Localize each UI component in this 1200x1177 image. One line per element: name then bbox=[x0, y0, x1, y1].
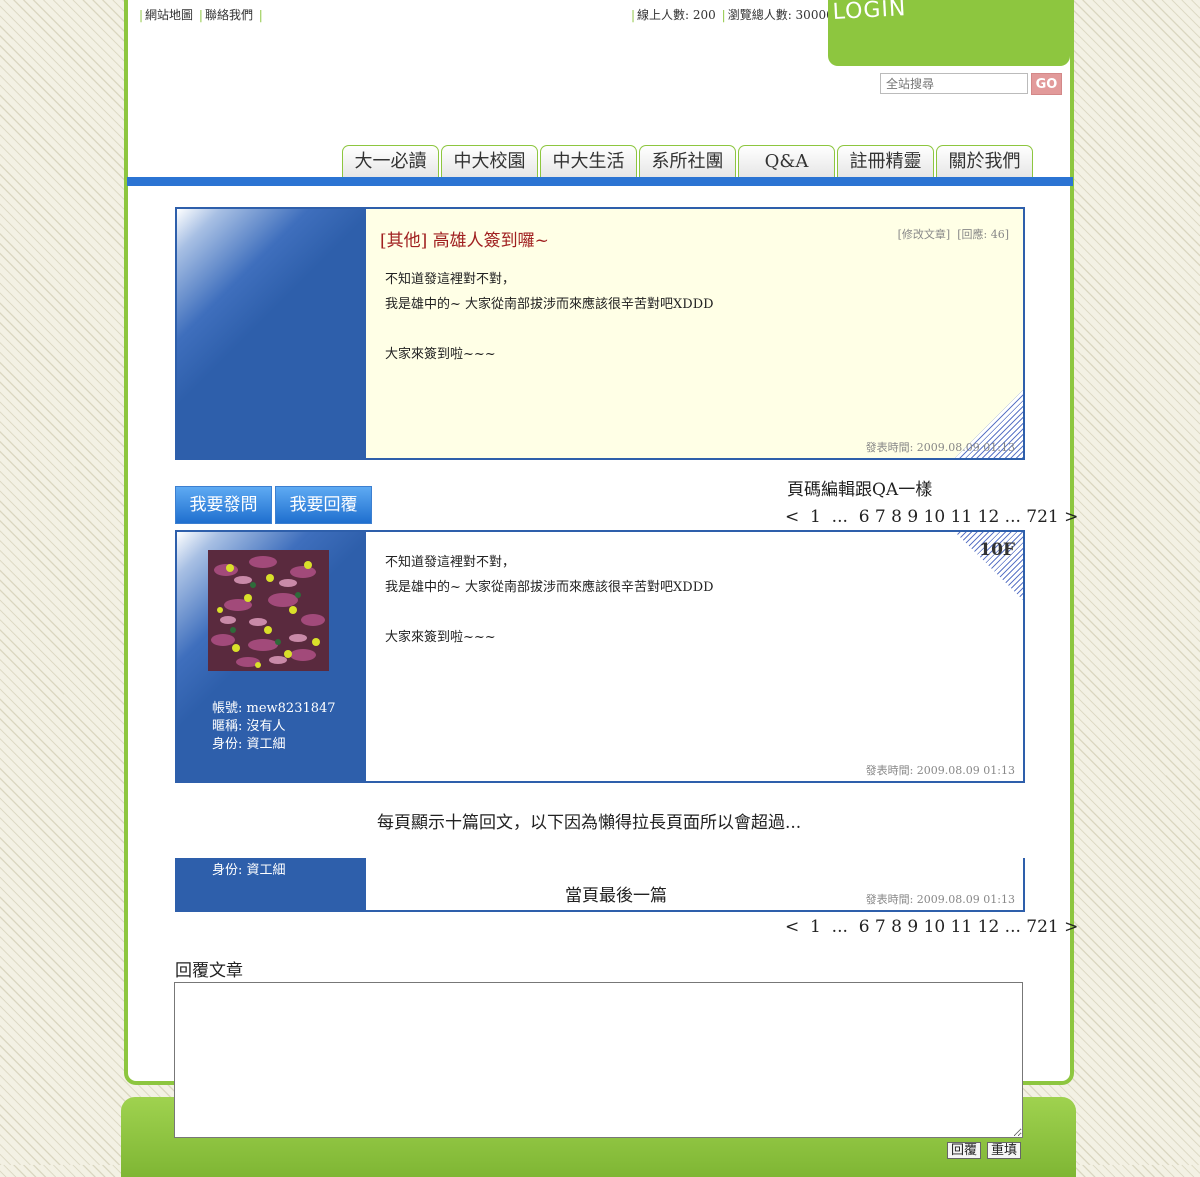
search-input[interactable] bbox=[880, 73, 1028, 94]
user-identity: 身份: 資工細 bbox=[212, 863, 286, 878]
reply-count: [回應: 46] bbox=[957, 228, 1009, 241]
reply-button[interactable]: 我要回覆 bbox=[275, 486, 372, 524]
topic-actions: [修改文章] [回應: 46] bbox=[898, 226, 1009, 242]
topic-sidebar bbox=[177, 209, 366, 458]
pager-bottom[interactable]: < 1 ... 6 7 8 9 10 11 12 ... 721 > bbox=[785, 917, 1078, 937]
body-line: 不知道發這裡對不對， bbox=[385, 555, 516, 570]
post-time: 發表時間: 2009.08.09 01:13 bbox=[865, 764, 1015, 777]
contact-link[interactable]: 聯絡我們 bbox=[205, 8, 253, 22]
reply-post: 帳號: mew8231847 暱稱: 沒有人 身份: 資工細 不知道發這裡對不對… bbox=[175, 530, 1025, 783]
login-label[interactable]: LOGIN bbox=[832, 0, 907, 25]
tab-freshman-guide[interactable]: 大一必讀 bbox=[342, 145, 439, 177]
last-post-sidebar: 身份: 資工細 bbox=[177, 858, 366, 910]
last-post: 身份: 資工細 當頁最後一篇 發表時間: 2009.08.09 01:13 bbox=[175, 858, 1025, 912]
pager-note: 頁碼編輯跟QA一樣 bbox=[787, 480, 933, 500]
topic-body: 不知道發這裡對不對， 我是雄中的~ 大家從南部拔涉而來應該很辛苦對吧XDDD 大… bbox=[385, 267, 714, 367]
page-notice: 每頁顯示十篇回文，以下因為懶得拉長頁面所以會超過... bbox=[377, 813, 802, 833]
tab-life[interactable]: 中大生活 bbox=[540, 145, 637, 177]
reply-sidebar: 帳號: mew8231847 暱稱: 沒有人 身份: 資工細 bbox=[177, 532, 366, 781]
topic-title: [其他] 高雄人簽到囉~ bbox=[380, 231, 549, 251]
search-go-button[interactable]: GO bbox=[1031, 73, 1062, 95]
tab-registration[interactable]: 註冊精靈 bbox=[837, 145, 934, 177]
visitor-count: 瀏覽總人數: 300000 bbox=[727, 8, 842, 22]
body-line: 我是雄中的~ 大家從南部拔涉而來應該很辛苦對吧XDDD bbox=[385, 580, 714, 595]
post-time: 發表時間: 2009.08.09 01:13 bbox=[865, 441, 1015, 454]
user-nickname: 暱稱: 沒有人 bbox=[212, 719, 286, 734]
edit-post-link[interactable]: [修改文章] bbox=[898, 228, 951, 241]
tab-qa[interactable]: Q&A bbox=[738, 145, 835, 177]
reply-textarea[interactable] bbox=[174, 982, 1023, 1138]
user-account: 帳號: mew8231847 bbox=[212, 701, 336, 716]
site-stats: |線上人數: 200 |瀏覽總人數: 300000 | bbox=[631, 8, 851, 22]
body-line: 我是雄中的~ 大家從南部拔涉而來應該很辛苦對吧XDDD bbox=[385, 297, 714, 312]
tab-clubs[interactable]: 系所社團 bbox=[639, 145, 736, 177]
online-count: 線上人數: 200 bbox=[637, 8, 716, 22]
user-avatar bbox=[208, 550, 329, 671]
sitemap-link[interactable]: 網站地圖 bbox=[145, 8, 193, 22]
reply-body: 不知道發這裡對不對， 我是雄中的~ 大家從南部拔涉而來應該很辛苦對吧XDDD 大… bbox=[385, 550, 714, 650]
nav-underline bbox=[127, 177, 1073, 186]
tab-about[interactable]: 關於我們 bbox=[936, 145, 1033, 177]
topic-post: [其他] 高雄人簽到囉~ [修改文章] [回應: 46] 不知道發這裡對不對， … bbox=[175, 207, 1025, 460]
ask-question-button[interactable]: 我要發問 bbox=[175, 486, 272, 524]
reset-button[interactable]: 重填 bbox=[987, 1142, 1022, 1159]
submit-reply-button[interactable]: 回覆 bbox=[947, 1142, 982, 1159]
last-post-label: 當頁最後一篇 bbox=[565, 886, 667, 906]
post-time: 發表時間: 2009.08.09 01:13 bbox=[865, 893, 1015, 906]
floor-number: 10F bbox=[979, 540, 1015, 560]
pager-top[interactable]: < 1 ... 6 7 8 9 10 11 12 ... 721 > bbox=[785, 507, 1078, 527]
reply-form-heading: 回覆文章 bbox=[175, 961, 243, 981]
user-identity: 身份: 資工細 bbox=[212, 737, 286, 752]
top-links: | 網站地圖 | 聯絡我們 | bbox=[139, 8, 263, 22]
tab-campus[interactable]: 中大校園 bbox=[441, 145, 538, 177]
body-line: 大家來簽到啦~~~ bbox=[385, 630, 496, 645]
body-line: 不知道發這裡對不對， bbox=[385, 272, 516, 287]
user-info: 帳號: mew8231847 暱稱: 沒有人 身份: 資工細 bbox=[212, 700, 336, 754]
body-line: 大家來簽到啦~~~ bbox=[385, 347, 496, 362]
